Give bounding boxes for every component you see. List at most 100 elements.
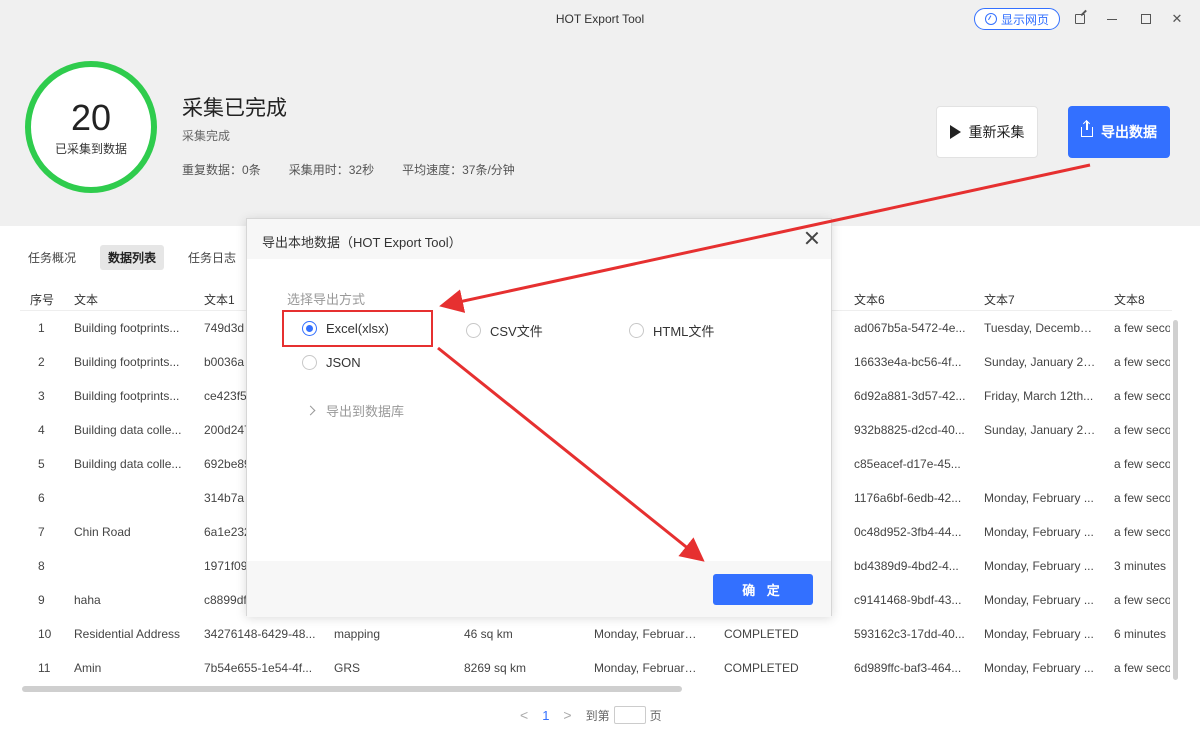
dialog-header: 导出本地数据（HOT Export Tool） [247, 219, 831, 259]
table-cell: c85eacef-d17e-45... [854, 457, 961, 471]
table-cell: Monday, February ... [984, 627, 1094, 641]
status-title: 采集已完成 [182, 97, 287, 120]
table-cell: 6d989ffc-baf3-464... [854, 661, 962, 675]
close-icon: ✕ [1171, 11, 1183, 26]
table-cell: Sunday, January 23... [984, 355, 1096, 369]
tab-overview[interactable]: 任务概况 [20, 245, 84, 270]
table-cell: 593162c3-17dd-40... [854, 627, 965, 641]
maximize-icon [1141, 14, 1151, 24]
table-cell: a few seco [1114, 593, 1170, 607]
export-to-database[interactable]: 导出到数据库 [305, 401, 404, 420]
table-cell: 34276148-6429-48... [204, 627, 316, 641]
radio-icon[interactable] [466, 323, 481, 338]
prev-page-button[interactable]: < [520, 707, 528, 723]
col-header: 文本7 [984, 293, 1015, 307]
table-cell: Building footprints... [74, 355, 180, 369]
option-html[interactable]: HTML文件 [629, 321, 714, 340]
dialog-close-icon[interactable] [805, 231, 819, 245]
maximize-button[interactable] [1135, 8, 1157, 30]
table-cell: Monday, February ... [594, 627, 698, 641]
table-cell: Residential Address [74, 627, 181, 641]
table-cell: ad067b5a-5472-4e... [854, 321, 966, 335]
table-cell: Tuesday, Decembe... [984, 321, 1096, 335]
show-web-button[interactable]: 显示网页 [974, 8, 1060, 30]
export-label: 导出数据 [1101, 124, 1157, 140]
table-cell: 3 [38, 389, 45, 403]
table-cell: a few seco [1114, 321, 1170, 335]
export-method-label: 选择导出方式 [287, 292, 366, 307]
table-cell: haha [74, 593, 101, 607]
table-cell: 6 [38, 491, 45, 505]
table-cell: 11 [38, 661, 51, 675]
table-cell: 1 [38, 321, 45, 335]
table-cell: a few seco [1114, 525, 1170, 539]
recollect-label: 重新采集 [968, 124, 1025, 140]
table-cell: Building data colle... [74, 423, 182, 437]
table-cell: Friday, March 12th... [984, 389, 1094, 403]
option-json[interactable]: JSON [302, 355, 361, 370]
table-cell: a few seco [1114, 457, 1170, 471]
tab-log[interactable]: 任务日志 [180, 245, 244, 270]
dialog-title: 导出本地数据（HOT Export Tool） [262, 235, 462, 250]
table-cell: 7 [38, 525, 45, 539]
pagination: < 1 > 到第 页 [520, 706, 662, 724]
edit-icon [1075, 14, 1085, 24]
table-cell: Monday, February ... [984, 661, 1094, 675]
table-row[interactable]: 10 Residential Address 34276148-6429-48...… [20, 617, 1172, 651]
current-page[interactable]: 1 [542, 708, 549, 723]
table-cell: 10 [38, 627, 52, 641]
radio-icon[interactable] [629, 323, 644, 338]
recollect-button[interactable]: 重新采集 [936, 106, 1038, 158]
stats-row: 重复数据：0条 采集用时：32秒 平均速度：37条/分钟 [182, 161, 515, 178]
table-cell: Monday, February ... [984, 491, 1094, 505]
vertical-scrollbar[interactable] [1173, 320, 1178, 680]
table-cell: 7b54e655-1e54-4f... [204, 661, 313, 675]
col-header: 文本6 [854, 293, 885, 307]
table-cell: a few seco [1114, 389, 1170, 403]
compass-icon [984, 13, 997, 25]
table-cell: Monday, February ... [984, 525, 1094, 539]
radio-checked-icon[interactable] [302, 321, 317, 336]
table-cell: Building data colle... [74, 457, 182, 471]
table-cell: a few seco [1114, 491, 1170, 505]
option-csv[interactable]: CSV文件 [466, 321, 543, 340]
table-cell: 6d92a881-3d57-42... [854, 389, 966, 403]
table-cell: c9141468-9bdf-43... [854, 593, 962, 607]
table-cell: 0c48d952-3fb4-44... [854, 525, 962, 539]
table-cell: 3 minutes [1114, 559, 1167, 573]
table-cell: 5 [38, 457, 45, 471]
progress-ring: 20 已采集到数据 [25, 61, 157, 193]
table-cell: GRS [334, 661, 361, 675]
table-cell: 16633e4a-bc56-4f... [854, 355, 962, 369]
horizontal-scrollbar[interactable] [22, 686, 682, 692]
table-cell: a few seco [1114, 423, 1170, 437]
table-cell: Sunday, January 23... [984, 423, 1096, 437]
close-window-button[interactable]: ✕ [1166, 8, 1188, 30]
stat-speed: 平均速度：37条/分钟 [402, 163, 515, 177]
table-cell: mapping [334, 627, 381, 641]
table-cell: 6 minutes [1114, 627, 1167, 641]
minimize-icon [1107, 18, 1117, 20]
minimize-button[interactable] [1101, 8, 1123, 30]
col-header: 文本8 [1114, 293, 1145, 307]
goto-page: 到第 页 [586, 706, 662, 724]
table-cell: 46 sq km [464, 627, 513, 641]
tab-data-list[interactable]: 数据列表 [100, 245, 165, 270]
show-web-label: 显示网页 [1000, 12, 1049, 27]
goto-page-input[interactable] [613, 706, 646, 724]
table-cell: Chin Road [74, 525, 131, 539]
table-cell: 1176a6bf-6edb-42... [854, 491, 962, 505]
play-icon [949, 125, 961, 139]
table-cell: 2 [38, 355, 45, 369]
export-data-button[interactable]: 导出数据 [1068, 106, 1170, 158]
table-cell: 4 [38, 423, 45, 437]
option-excel[interactable]: Excel(xlsx) [302, 321, 389, 336]
header-band: HOT Export Tool 显示网页 ✕ 20 已采集到数据 采集已完成 采… [0, 0, 1200, 226]
confirm-button[interactable]: 确 定 [713, 574, 813, 605]
radio-icon[interactable] [302, 355, 317, 370]
edit-window-button[interactable] [1069, 8, 1091, 30]
status-subtitle: 采集完成 [182, 129, 231, 143]
table-row[interactable]: 11 Amin 7b54e655-1e54-4f... GRS 8269 sq km Mo… [20, 651, 1172, 684]
next-page-button[interactable]: > [563, 707, 571, 723]
table-cell: Building footprints... [74, 389, 180, 403]
